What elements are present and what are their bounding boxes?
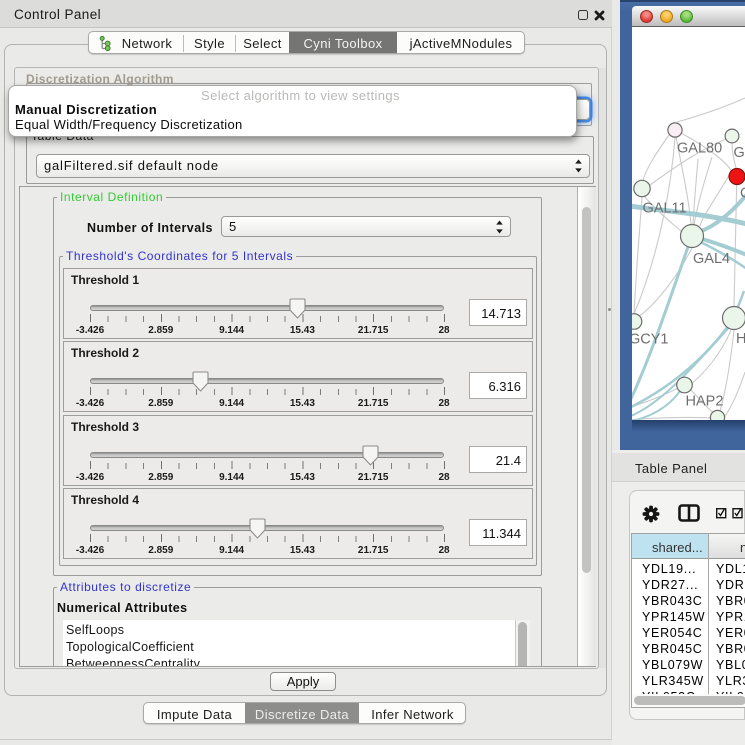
svg-text:GAL80: GAL80: [677, 141, 722, 157]
svg-text:HAP2: HAP2: [686, 394, 724, 410]
svg-text:G.: G.: [734, 145, 745, 161]
svg-text:GAL11: GAL11: [643, 201, 687, 217]
svg-text:GAL4: GAL4: [693, 251, 730, 267]
svg-text:H: H: [736, 331, 745, 347]
svg-text:GCY1: GCY1: [632, 332, 669, 348]
svg-text:C: C: [740, 186, 745, 202]
